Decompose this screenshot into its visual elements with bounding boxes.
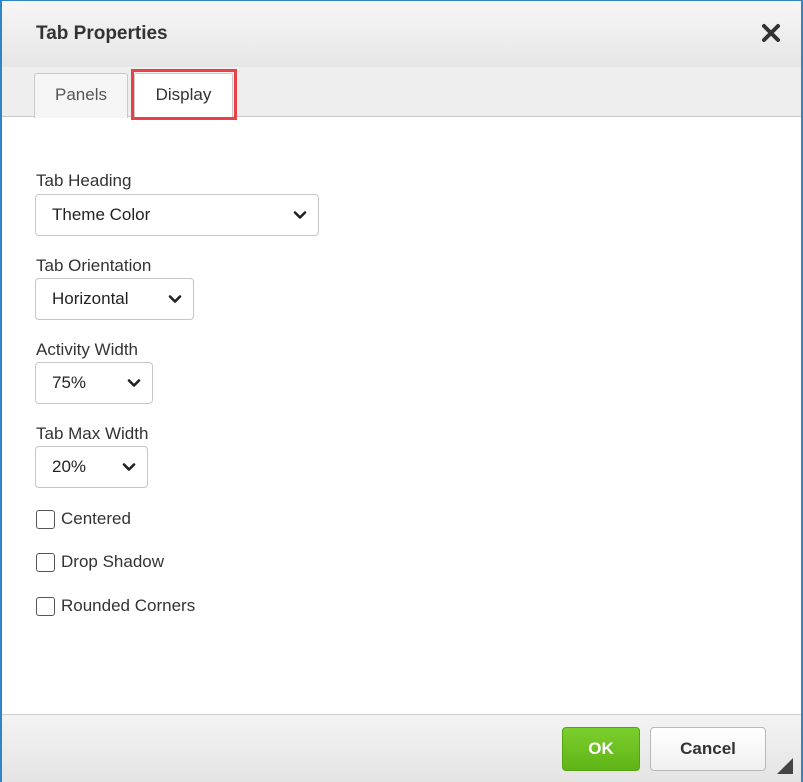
close-icon: [762, 24, 780, 42]
centered-checkbox-row[interactable]: Centered: [36, 507, 131, 531]
dialog-footer: OK Cancel: [2, 714, 801, 782]
cancel-button[interactable]: Cancel: [650, 727, 766, 771]
drop-shadow-label: Drop Shadow: [61, 552, 165, 571]
tab-properties-dialog: Tab Properties Panels Display Tab Headin…: [0, 0, 803, 782]
dialog-title: Tab Properties: [36, 23, 168, 44]
activity-width-label: Activity Width: [36, 340, 139, 359]
chevron-down-icon: [127, 379, 141, 387]
tab-strip: Panels Display: [2, 67, 801, 119]
rounded-corners-label: Rounded Corners: [61, 596, 196, 615]
chevron-down-icon: [122, 463, 136, 471]
centered-checkbox[interactable]: [36, 509, 55, 529]
drop-shadow-checkbox-row[interactable]: Drop Shadow: [36, 550, 164, 574]
dialog-titlebar[interactable]: Tab Properties: [2, 1, 801, 67]
ok-button[interactable]: OK: [562, 727, 640, 771]
chevron-down-icon: [168, 295, 182, 303]
drop-shadow-checkbox[interactable]: [36, 552, 55, 572]
chevron-down-icon: [293, 211, 307, 219]
tab-panels-label: Panels: [55, 85, 107, 104]
rounded-corners-checkbox-row[interactable]: Rounded Corners: [36, 594, 195, 618]
tab-heading-select[interactable]: Theme Color: [35, 194, 319, 236]
tab-orientation-label: Tab Orientation: [36, 256, 152, 275]
close-button[interactable]: [759, 21, 783, 45]
tab-display-label: Display: [155, 85, 212, 104]
tab-max-width-value: 20%: [52, 457, 87, 476]
activity-width-value: 75%: [52, 373, 87, 392]
activity-width-select[interactable]: 75%: [35, 362, 153, 404]
tab-panels[interactable]: Panels: [34, 73, 128, 118]
tab-max-width-select[interactable]: 20%: [35, 446, 148, 488]
rounded-corners-checkbox[interactable]: [36, 596, 55, 616]
display-panel: Tab Heading Theme Color Tab Orientation …: [2, 118, 801, 714]
tab-heading-value: Theme Color: [52, 205, 151, 224]
tab-orientation-value: Horizontal: [52, 289, 129, 308]
centered-label: Centered: [61, 509, 131, 528]
tab-max-width-label: Tab Max Width: [36, 424, 149, 443]
tab-heading-label: Tab Heading: [36, 171, 132, 190]
resize-grip-icon[interactable]: [777, 758, 793, 774]
tab-orientation-select[interactable]: Horizontal: [35, 278, 194, 320]
tab-display[interactable]: Display: [134, 73, 233, 119]
